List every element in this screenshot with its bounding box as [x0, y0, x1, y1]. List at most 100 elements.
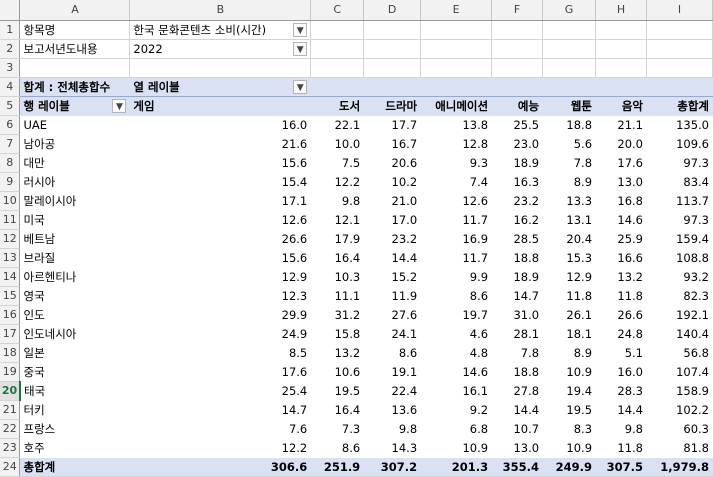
- data-cell[interactable]: 7.6: [129, 419, 312, 439]
- data-cell[interactable]: 12.9: [129, 267, 312, 287]
- data-cell[interactable]: 22.4: [363, 381, 422, 401]
- grand-total-label[interactable]: 총합계: [19, 456, 131, 477]
- data-cell[interactable]: 4.6: [420, 324, 493, 344]
- data-cell[interactable]: 12.9: [542, 267, 597, 287]
- data-cell[interactable]: 11.7: [420, 210, 493, 230]
- filter-label[interactable]: 항목명: [19, 20, 131, 40]
- row-label[interactable]: 태국: [19, 381, 131, 401]
- data-cell[interactable]: 21.0: [363, 191, 422, 211]
- row-header[interactable]: 11: [0, 210, 21, 230]
- data-cell[interactable]: 16.4: [310, 248, 365, 268]
- funnel-filter-icon[interactable]: ▼: [293, 22, 308, 37]
- data-cell[interactable]: 13.3: [542, 191, 597, 211]
- data-cell[interactable]: 17.9: [310, 229, 365, 249]
- data-cell[interactable]: 15.8: [310, 324, 365, 344]
- row-header[interactable]: 12: [0, 229, 21, 249]
- data-cell[interactable]: 93.2: [646, 267, 713, 287]
- data-cell[interactable]: 20.6: [363, 153, 422, 173]
- values-label[interactable]: 합계 : 전체총합수: [19, 77, 131, 97]
- pivot-column-header[interactable]: 게임: [129, 96, 312, 116]
- data-cell[interactable]: 18.8: [491, 248, 544, 268]
- data-cell[interactable]: 13.2: [310, 343, 365, 363]
- data-cell[interactable]: 15.3: [542, 248, 597, 268]
- data-cell[interactable]: 10.6: [310, 362, 365, 382]
- data-cell[interactable]: 19.5: [542, 400, 597, 420]
- data-cell[interactable]: 17.6: [595, 153, 647, 173]
- row-label[interactable]: 터키: [19, 400, 131, 420]
- empty-cell[interactable]: [542, 58, 597, 78]
- data-cell[interactable]: 60.3: [646, 419, 713, 439]
- data-cell[interactable]: 16.2: [491, 210, 544, 230]
- column-header-f[interactable]: F: [491, 0, 544, 21]
- data-cell[interactable]: 19.1: [363, 362, 422, 382]
- data-cell[interactable]: 17.6: [129, 362, 312, 382]
- data-cell[interactable]: 20.0: [595, 134, 647, 154]
- row-header[interactable]: 8: [0, 153, 21, 173]
- column-header-c[interactable]: C: [310, 0, 365, 21]
- data-cell[interactable]: 19.4: [542, 381, 597, 401]
- column-header-i[interactable]: I: [646, 0, 713, 21]
- row-label[interactable]: 베트남: [19, 229, 131, 249]
- data-cell[interactable]: 18.1: [542, 324, 597, 344]
- data-cell[interactable]: 158.9: [646, 381, 713, 401]
- data-cell[interactable]: 16.7: [363, 134, 422, 154]
- empty-cell[interactable]: [310, 20, 365, 40]
- row-label[interactable]: 남아공: [19, 134, 131, 154]
- empty-cell[interactable]: [646, 39, 713, 59]
- row-header[interactable]: 21: [0, 400, 21, 420]
- data-cell[interactable]: 22.1: [310, 115, 365, 135]
- empty-cell[interactable]: [363, 77, 422, 97]
- data-cell[interactable]: 17.0: [363, 210, 422, 230]
- data-cell[interactable]: 108.8: [646, 248, 713, 268]
- row-header[interactable]: 1: [0, 20, 21, 40]
- row-label[interactable]: 브라질: [19, 248, 131, 268]
- data-cell[interactable]: 9.8: [363, 419, 422, 439]
- data-cell[interactable]: 19.5: [310, 381, 365, 401]
- data-cell[interactable]: 28.3: [595, 381, 647, 401]
- data-cell[interactable]: 9.9: [420, 267, 493, 287]
- empty-cell[interactable]: [491, 58, 544, 78]
- data-cell[interactable]: 15.2: [363, 267, 422, 287]
- data-cell[interactable]: 19.7: [420, 305, 493, 325]
- filter-label[interactable]: 보고서년도내용: [19, 39, 131, 59]
- dropdown-arrow-icon[interactable]: ▼: [293, 79, 308, 94]
- data-cell[interactable]: 16.0: [595, 362, 647, 382]
- data-cell[interactable]: 9.3: [420, 153, 493, 173]
- empty-cell[interactable]: [646, 20, 713, 40]
- data-cell[interactable]: 6.8: [420, 419, 493, 439]
- data-cell[interactable]: 28.5: [491, 229, 544, 249]
- data-cell[interactable]: 5.6: [542, 134, 597, 154]
- data-cell[interactable]: 12.2: [129, 438, 312, 458]
- column-header-g[interactable]: G: [542, 0, 597, 21]
- data-cell[interactable]: 7.8: [542, 153, 597, 173]
- empty-cell[interactable]: [310, 77, 365, 97]
- data-cell[interactable]: 82.3: [646, 286, 713, 306]
- data-cell[interactable]: 11.9: [363, 286, 422, 306]
- column-header-d[interactable]: D: [363, 0, 422, 21]
- row-header[interactable]: 5: [0, 96, 21, 116]
- data-cell[interactable]: 17.7: [363, 115, 422, 135]
- data-cell[interactable]: 8.5: [129, 343, 312, 363]
- data-cell[interactable]: 13.8: [420, 115, 493, 135]
- data-cell[interactable]: 9.8: [310, 191, 365, 211]
- data-cell[interactable]: 102.2: [646, 400, 713, 420]
- row-label[interactable]: 미국: [19, 210, 131, 230]
- row-header[interactable]: 19: [0, 362, 21, 382]
- data-cell[interactable]: 31.2: [310, 305, 365, 325]
- data-cell[interactable]: 27.6: [363, 305, 422, 325]
- row-label[interactable]: 인도네시아: [19, 324, 131, 344]
- row-labels-dropdown[interactable]: 행 레이블 ▼: [19, 96, 131, 116]
- data-cell[interactable]: 97.3: [646, 153, 713, 173]
- data-cell[interactable]: 7.3: [310, 419, 365, 439]
- data-cell[interactable]: 16.8: [595, 191, 647, 211]
- empty-cell[interactable]: [363, 20, 422, 40]
- data-cell[interactable]: 140.4: [646, 324, 713, 344]
- pivot-column-header[interactable]: 음악: [595, 96, 647, 116]
- empty-cell[interactable]: [542, 39, 597, 59]
- empty-cell[interactable]: [595, 39, 647, 59]
- data-cell[interactable]: 12.2: [310, 172, 365, 192]
- empty-cell[interactable]: [542, 20, 597, 40]
- data-cell[interactable]: 16.1: [420, 381, 493, 401]
- data-cell[interactable]: 13.0: [595, 172, 647, 192]
- data-cell[interactable]: 18.9: [491, 267, 544, 287]
